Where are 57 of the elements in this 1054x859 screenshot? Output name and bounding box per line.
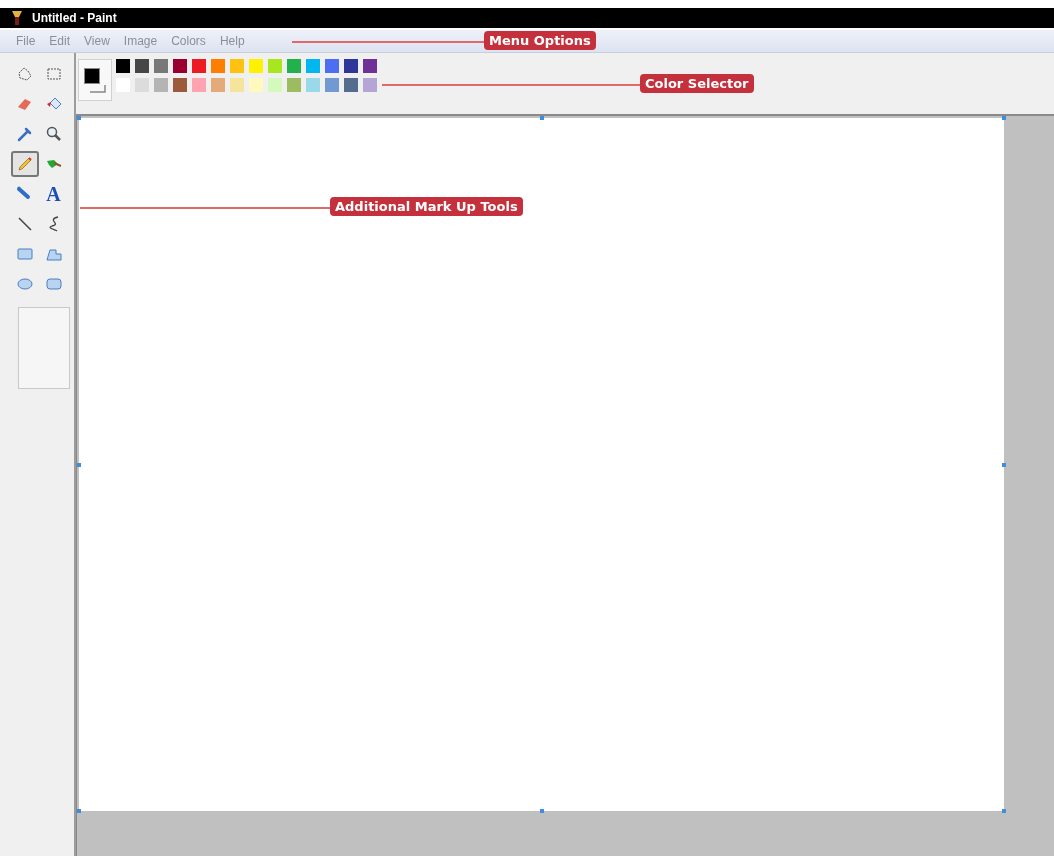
color-swatch[interactable] <box>344 78 358 92</box>
rounded-rect-icon <box>44 275 63 293</box>
paint-brush-icon <box>10 10 24 26</box>
rectangle-icon <box>15 245 34 263</box>
color-swatch[interactable] <box>287 59 301 73</box>
color-swatch[interactable] <box>249 78 263 92</box>
color-swatch[interactable] <box>173 78 187 92</box>
menu-item[interactable]: Colors <box>171 34 206 48</box>
color-swatch[interactable] <box>173 59 187 73</box>
picker-icon <box>15 125 34 143</box>
ellipse-icon <box>15 275 34 293</box>
color-swatch[interactable] <box>211 59 225 73</box>
menu-item[interactable]: Edit <box>49 34 71 48</box>
resize-handle[interactable] <box>1002 462 1006 467</box>
color-swatch[interactable] <box>325 59 339 73</box>
text-tool[interactable]: A <box>39 181 68 207</box>
color-swatch[interactable] <box>154 59 168 73</box>
resize-handle[interactable] <box>77 809 81 813</box>
pencil-icon <box>15 155 34 173</box>
resize-handle[interactable] <box>539 809 544 813</box>
color-swatch[interactable] <box>363 59 377 73</box>
pencil-tool[interactable] <box>10 151 39 177</box>
color-swatch[interactable] <box>211 78 225 92</box>
callout-label: Menu Options <box>484 31 596 50</box>
color-swatch[interactable] <box>363 78 377 92</box>
resize-handle[interactable] <box>77 462 81 467</box>
color-swatch[interactable] <box>344 59 358 73</box>
menu-item[interactable]: Help <box>219 34 245 48</box>
window-title: Untitled - Paint <box>32 11 117 25</box>
menu-item[interactable]: File <box>16 34 36 48</box>
menu-item[interactable]: Image <box>123 34 158 48</box>
rect-select-icon <box>44 65 63 83</box>
color-swatch[interactable] <box>192 59 206 73</box>
background-color-swatch[interactable] <box>90 85 106 93</box>
foreground-color-swatch[interactable] <box>84 68 100 84</box>
color-swatch[interactable] <box>192 78 206 92</box>
color-swatch[interactable] <box>135 59 149 73</box>
color-swatch[interactable] <box>154 78 168 92</box>
color-swatch[interactable] <box>325 78 339 92</box>
color-swatch[interactable] <box>268 59 282 73</box>
resize-handle[interactable] <box>77 116 81 120</box>
callout-label: Color Selector <box>640 74 754 93</box>
color-swatch[interactable] <box>306 59 320 73</box>
resize-handle[interactable] <box>539 116 544 120</box>
callout-label: Additional Mark Up Tools <box>330 197 523 216</box>
color-swatch[interactable] <box>116 59 130 73</box>
color-swatch[interactable] <box>230 78 244 92</box>
resize-handle[interactable] <box>1002 809 1006 813</box>
color-swatch[interactable] <box>268 78 282 92</box>
magnifier-icon <box>44 125 63 143</box>
color-swatch[interactable] <box>230 59 244 73</box>
resize-handle[interactable] <box>1002 116 1006 120</box>
menu-item[interactable]: View <box>84 34 110 48</box>
line-icon <box>15 215 34 233</box>
color-swatch[interactable] <box>306 78 320 92</box>
color-swatch[interactable] <box>287 78 301 92</box>
color-swatch[interactable] <box>249 59 263 73</box>
